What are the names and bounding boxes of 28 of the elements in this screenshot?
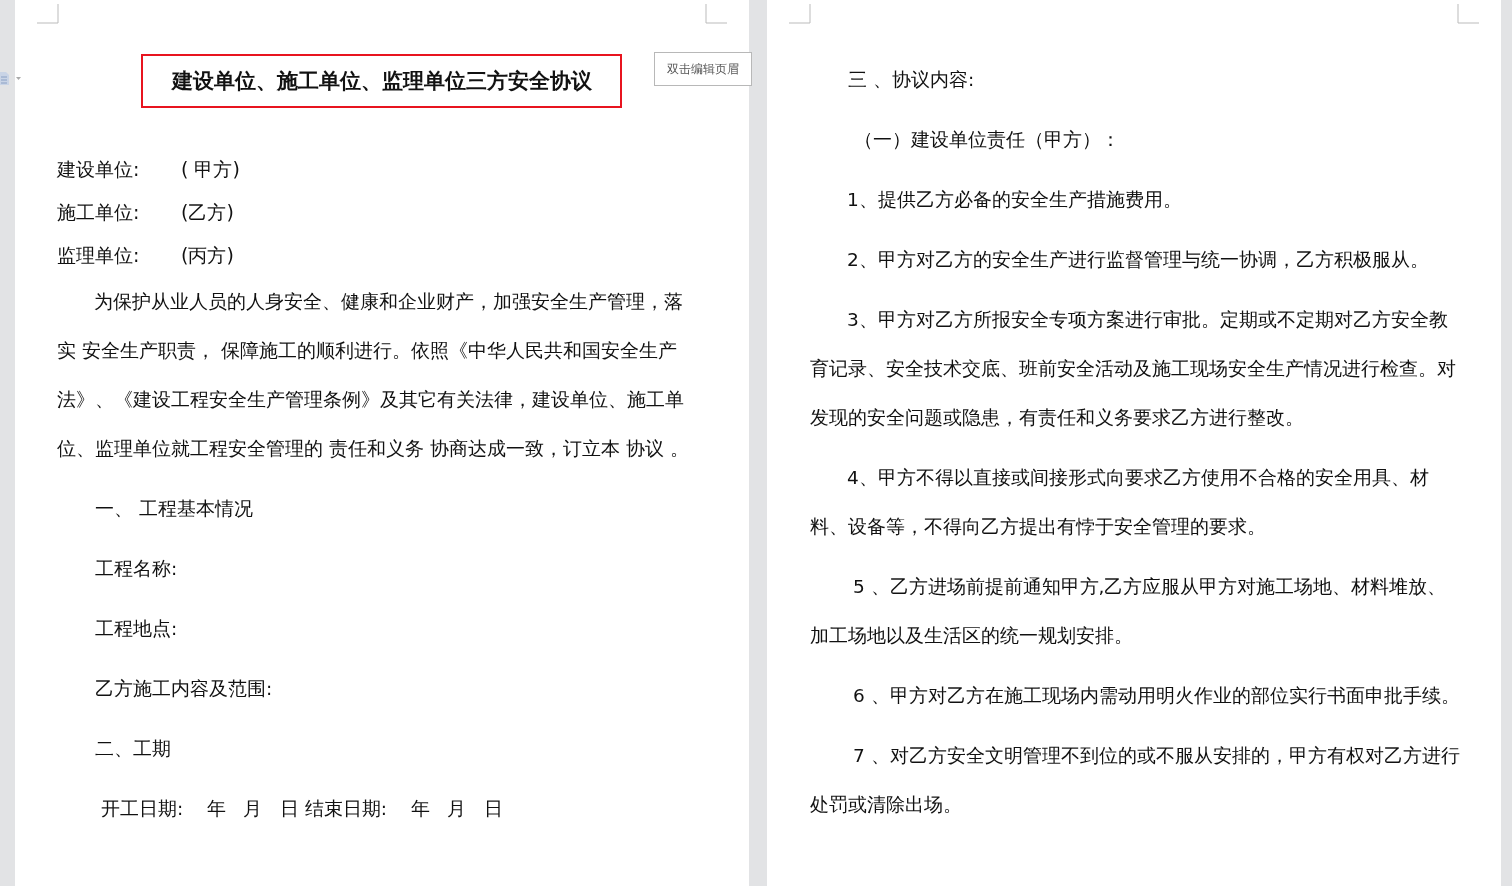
text-line: 工程地点:	[94, 617, 178, 641]
paragraph: 2、甲方对乙方的安全生产进行监督管理与统一协调，乙方积极服从。	[846, 248, 1430, 272]
paragraph: 5 、乙方进场前提前通知甲方,乙方应服从甲方对施工场地、材料堆放、加工场地以及生活区的统一规划安排。	[810, 575, 1448, 648]
party-value: (丙方)	[181, 242, 234, 268]
text-line: 一、 工程基本情况	[94, 497, 253, 521]
paragraph: 为保护从业人员的人身安全、健康和企业财产，加强安全生产管理，落实 安全生产职责， 保障施工的顺利进行。依照《中华人民共和国安全生产法》、《建设工程安全生产管理条例》及其它有关法律，建设单位、施工单位、监理单位就工程安全管理的 责任和义务 协商达成一致，订立本 协议 。	[57, 290, 690, 461]
text-line: 三 、协议内容:	[847, 68, 975, 92]
document-title: 建设单位、施工单位、监理单位三方安全协议	[141, 54, 622, 108]
paragraph: 7 、对乙方安全文明管理不到位的或不服从安排的，甲方有权对乙方进行处罚或清除出场。	[810, 744, 1461, 817]
crop-mark	[37, 4, 59, 24]
text-line: （一）建设单位责任（甲方）：	[852, 128, 1120, 152]
party-label: 监理单位:	[57, 242, 141, 268]
edit-header-button[interactable]: 双击编辑页眉	[654, 52, 752, 86]
party-value: ( 甲方)	[181, 156, 240, 182]
party-label: 建设单位:	[57, 156, 141, 182]
party-label: 施工单位:	[57, 199, 141, 225]
party-value: (乙方)	[181, 199, 234, 225]
text-line: 乙方施工内容及范围:	[94, 677, 273, 701]
paragraph: 3、甲方对乙方所报安全专项方案进行审批。定期或不定期对乙方安全教育记录、安全技术交底、班前安全活动及施工现场安全生产情况进行检查。对发现的安全问题或隐患，有责任和义务要求乙方进行整改。	[810, 308, 1457, 430]
text-line: 工程名称:	[94, 557, 178, 581]
text-line: 二、工期	[94, 737, 171, 761]
paragraph: 4、甲方不得以直接或间接形式向要求乙方使用不合格的安全用具、材料、设备等，不得向乙方提出有悖于安全管理的要求。	[810, 466, 1430, 539]
crop-mark	[789, 4, 811, 24]
crop-mark	[1457, 4, 1479, 24]
text-line: 开工日期: 年 月 日 结束日期: 年 月 日	[99, 797, 503, 821]
paragraph: 1、提供乙方必备的安全生产措施费用。	[846, 188, 1183, 212]
crop-mark	[705, 4, 727, 24]
paragraph: 6 、甲方对乙方在施工现场内需动用明火作业的部位实行书面申批手续。	[851, 684, 1461, 708]
